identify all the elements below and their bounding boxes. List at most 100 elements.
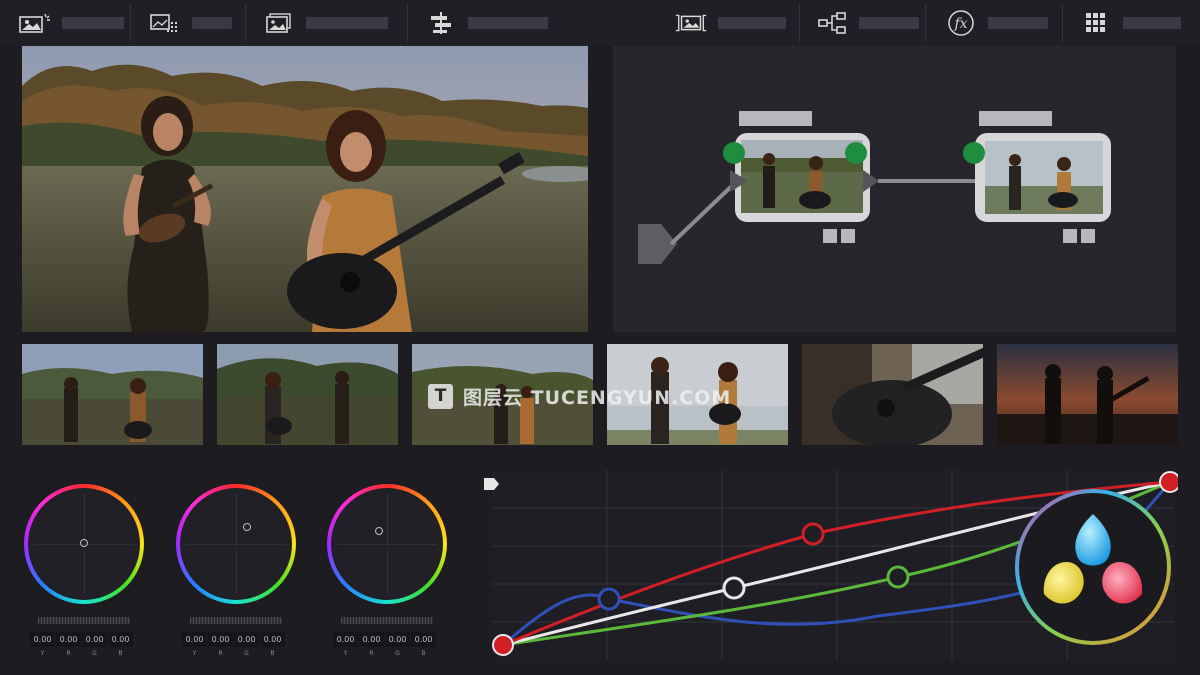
value-r[interactable]: 0.00 xyxy=(56,632,81,647)
curves-canvas xyxy=(484,470,1181,660)
node-2-input-dot[interactable] xyxy=(963,142,985,164)
toolbar-label-placeholder xyxy=(718,17,786,29)
curve-black-point[interactable] xyxy=(492,634,514,656)
toolbar-divider xyxy=(925,4,926,42)
toolbar-divider xyxy=(130,4,131,42)
node-tree-icon xyxy=(815,10,849,36)
master-wheel-slider[interactable] xyxy=(38,617,130,624)
color-wheel-puck[interactable] xyxy=(243,523,251,531)
fx-glyph: fx xyxy=(953,16,967,32)
value-b[interactable]: 0.00 xyxy=(108,632,133,647)
luma-curve-point[interactable] xyxy=(722,576,746,600)
toolbar-label-placeholder xyxy=(1123,17,1181,29)
node-connection xyxy=(669,179,739,246)
davinci-resolve-logo xyxy=(1015,489,1171,645)
top-toolbar: fx xyxy=(0,0,1200,46)
value-g[interactable]: 0.00 xyxy=(385,632,410,647)
blue-curve-point[interactable] xyxy=(597,587,621,611)
node-2[interactable] xyxy=(963,133,1111,222)
gallery-icon xyxy=(148,10,182,36)
toolbar-label-placeholder xyxy=(192,17,232,29)
clip-thumbnail-2[interactable] xyxy=(217,344,398,445)
toolbar-effects[interactable]: fx xyxy=(944,0,1048,46)
value-y[interactable]: 0.00 xyxy=(182,632,207,647)
value-b[interactable]: 0.00 xyxy=(411,632,436,647)
curve-white-point[interactable] xyxy=(1159,471,1181,493)
value-y[interactable]: 0.00 xyxy=(333,632,358,647)
toolbar-stills[interactable] xyxy=(262,0,388,46)
node-1-output-dot[interactable] xyxy=(845,142,867,164)
video-viewer[interactable] xyxy=(22,46,588,332)
label-g: G xyxy=(395,650,400,657)
grid-layout-icon xyxy=(1079,10,1113,36)
node-1-badge xyxy=(823,229,837,243)
node-2-badge xyxy=(1063,229,1077,243)
red-curve-point[interactable] xyxy=(801,522,825,546)
color-wheel-lift: 0.00 0.00 0.00 0.00 Y R G B xyxy=(20,476,150,666)
node-1[interactable] xyxy=(723,133,879,222)
watermark-text: 图层云 TUCENGYUN.COM xyxy=(463,386,732,409)
color-wheel-ring[interactable] xyxy=(24,484,144,604)
value-r[interactable]: 0.00 xyxy=(359,632,384,647)
node-1-input-dot[interactable] xyxy=(723,142,745,164)
clip-thumbnail-6[interactable] xyxy=(997,344,1178,445)
still-image-icon xyxy=(262,10,296,36)
label-r: R xyxy=(369,650,374,657)
label-g: G xyxy=(92,650,97,657)
toolbar-layout[interactable] xyxy=(1079,0,1181,46)
toolbar-timeline[interactable] xyxy=(424,0,548,46)
clip-viewer-icon xyxy=(674,10,708,36)
master-wheel-slider[interactable] xyxy=(190,617,282,624)
clip-thumbnail-5[interactable] xyxy=(802,344,983,445)
toolbar-label-placeholder xyxy=(62,17,124,29)
label-y: Y xyxy=(40,650,45,657)
node-1-badge xyxy=(841,229,855,243)
node-graph-panel[interactable] xyxy=(613,46,1176,332)
color-wheel-ring[interactable] xyxy=(327,484,447,604)
label-g: G xyxy=(244,650,249,657)
value-g[interactable]: 0.00 xyxy=(234,632,259,647)
color-wheel-gamma: 0.00 0.00 0.00 0.00 Y R G B xyxy=(172,476,302,666)
label-b: B xyxy=(118,650,123,657)
watermark: T 图层云 TUCENGYUN.COM xyxy=(428,383,731,409)
toolbar-nodes[interactable] xyxy=(815,0,919,46)
label-b: B xyxy=(421,650,426,657)
toolbar-label-placeholder xyxy=(988,17,1048,29)
toolbar-gallery[interactable] xyxy=(148,0,232,46)
label-y: Y xyxy=(192,650,197,657)
color-wheel-gain: 0.00 0.00 0.00 0.00 Y R G B xyxy=(323,476,453,666)
value-b[interactable]: 0.00 xyxy=(260,632,285,647)
toolbar-divider xyxy=(245,4,246,42)
value-g[interactable]: 0.00 xyxy=(82,632,107,647)
master-wheel-slider[interactable] xyxy=(341,617,433,624)
toolbar-divider xyxy=(407,4,408,42)
label-r: R xyxy=(218,650,223,657)
node-graph-canvas xyxy=(638,111,1111,264)
label-y: Y xyxy=(343,650,348,657)
timeline-align-icon xyxy=(424,10,458,36)
toolbar-label-placeholder xyxy=(306,17,388,29)
node-2-label xyxy=(979,111,1052,126)
node-1-label xyxy=(739,111,812,126)
toolbar-label-placeholder xyxy=(468,17,548,29)
viewer-frame xyxy=(22,46,588,332)
value-r[interactable]: 0.00 xyxy=(208,632,233,647)
label-b: B xyxy=(270,650,275,657)
toolbar-label-placeholder xyxy=(859,17,919,29)
color-wheel-ring[interactable] xyxy=(176,484,296,604)
media-pool-icon xyxy=(18,10,52,36)
node-2-badge xyxy=(1081,229,1095,243)
color-wheel-puck[interactable] xyxy=(80,539,88,547)
value-y[interactable]: 0.00 xyxy=(30,632,55,647)
color-wheel-puck[interactable] xyxy=(375,527,383,535)
clip-thumbnail-1[interactable] xyxy=(22,344,203,445)
green-curve-point[interactable] xyxy=(886,565,910,589)
toolbar-divider xyxy=(1062,4,1063,42)
toolbar-media-pool[interactable] xyxy=(18,0,124,46)
toolbar-clip-viewer[interactable] xyxy=(674,0,786,46)
toolbar-divider xyxy=(799,4,800,42)
watermark-logo: T xyxy=(428,383,453,409)
label-r: R xyxy=(66,650,71,657)
curves-editor[interactable] xyxy=(478,466,1181,666)
effects-fx-icon: fx xyxy=(944,10,978,36)
